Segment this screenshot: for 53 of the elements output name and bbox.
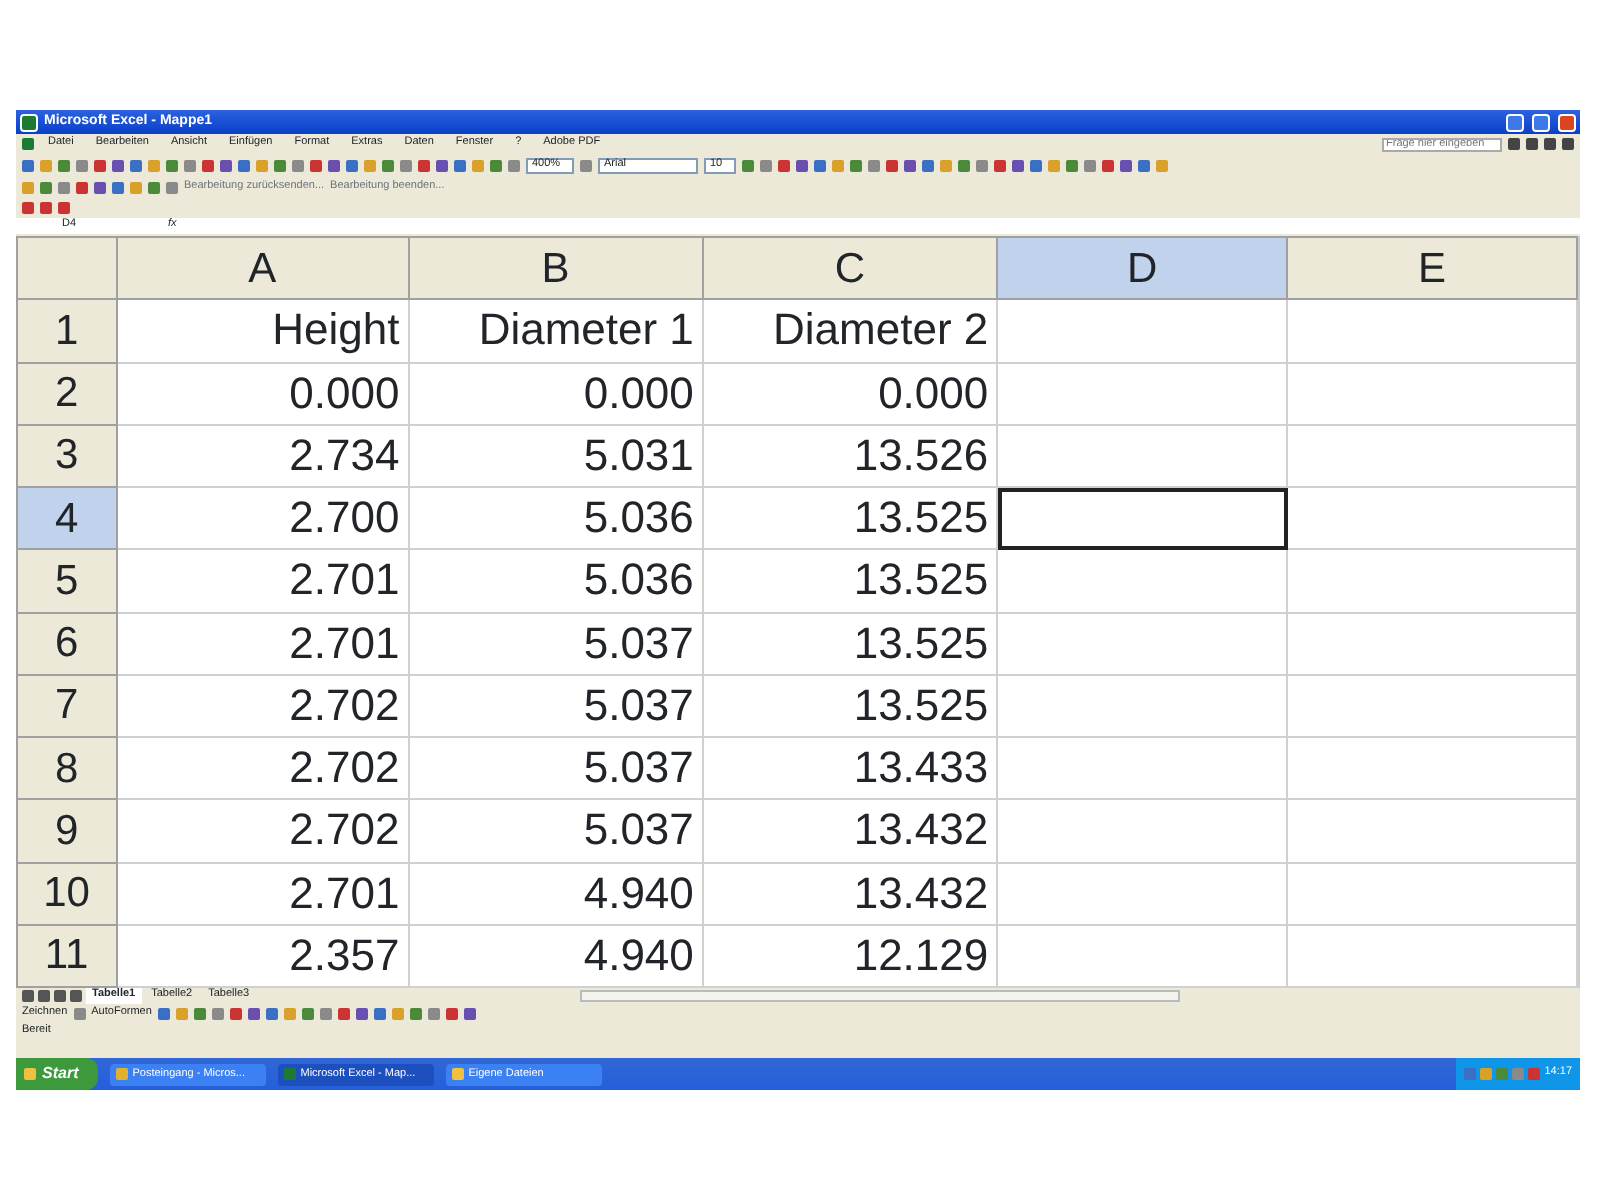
column-header[interactable]: C: [702, 237, 998, 300]
row-header[interactable]: 3: [17, 424, 117, 487]
table-cell: 13.432: [702, 862, 998, 925]
row-header[interactable]: 9: [17, 799, 117, 862]
column-header[interactable]: A: [116, 237, 409, 300]
table-cell: 5.036: [408, 487, 703, 550]
table-cell: 12.129: [702, 924, 998, 987]
table-cell: 13.525: [702, 612, 998, 675]
row-header[interactable]: 1: [17, 299, 117, 362]
table-cell: 13.525: [702, 674, 998, 737]
table-cell: 2.700: [116, 487, 409, 550]
table-cell: 4.940: [408, 862, 703, 925]
table-cell: 0.000: [116, 362, 409, 425]
table-cell: 13.432: [702, 799, 998, 862]
row-header[interactable]: 2: [17, 362, 117, 425]
table-cell: 2.701: [116, 612, 409, 675]
table-cell: 2.702: [116, 799, 409, 862]
table-cell: 13.526: [702, 424, 998, 487]
horizontal-scrollbar[interactable]: [579, 990, 1180, 1002]
row-header[interactable]: 6: [17, 612, 117, 675]
table-cell: 4.940: [408, 924, 703, 987]
row-header[interactable]: 7: [17, 674, 117, 737]
table-cell: Height: [116, 299, 409, 362]
select-all-corner[interactable]: [17, 237, 117, 300]
table-cell: Diameter 1: [408, 299, 703, 362]
table-cell: 5.037: [408, 737, 703, 800]
table-cell: 5.037: [408, 674, 703, 737]
table-cell: 2.701: [116, 862, 409, 925]
table-cell: 0.000: [408, 362, 703, 425]
table-cell: 13.433: [702, 737, 998, 800]
table-cell: 5.037: [408, 799, 703, 862]
active-cell[interactable]: [997, 487, 1288, 550]
table-cell: 2.701: [116, 549, 409, 612]
row-header[interactable]: 4: [17, 487, 117, 550]
row-header[interactable]: 10: [17, 862, 117, 925]
table-cell: 2.734: [116, 424, 409, 487]
start-button[interactable]: Start: [16, 1058, 99, 1090]
row-header[interactable]: 11: [17, 924, 117, 987]
table-cell: 2.702: [116, 737, 409, 800]
table-cell: 13.525: [702, 487, 998, 550]
column-header[interactable]: B: [408, 237, 703, 300]
table-cell: 2.702: [116, 674, 409, 737]
row-header[interactable]: 8: [17, 737, 117, 800]
table-cell: 13.525: [702, 549, 998, 612]
vertical-scrollbar[interactable]: [1578, 236, 1580, 988]
column-header[interactable]: D: [997, 237, 1288, 300]
table-cell: 0.000: [702, 362, 998, 425]
table-cell: 5.037: [408, 612, 703, 675]
table-cell: 5.036: [408, 549, 703, 612]
table-cell: 5.031: [408, 424, 703, 487]
column-header[interactable]: E: [1287, 237, 1577, 300]
row-header[interactable]: 5: [17, 549, 117, 612]
table-cell: Diameter 2: [702, 299, 998, 362]
